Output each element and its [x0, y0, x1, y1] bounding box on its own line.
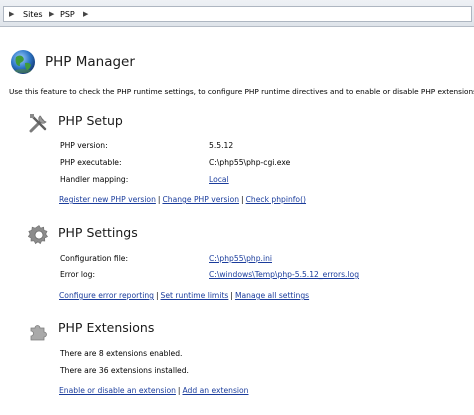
settings-actions: Configure error reporting | Set runtime li… — [59, 291, 309, 300]
chevron-right-icon[interactable]: ▶ — [9, 10, 14, 18]
breadcrumb-item-psp[interactable]: PSP — [60, 10, 75, 19]
section-title-settings: PHP Settings — [58, 225, 138, 240]
manage-all-settings-link[interactable]: Manage all settings — [235, 291, 309, 300]
extensions-actions: Enable or disable an extension | Add an ex… — [59, 386, 249, 395]
page-title: PHP Manager — [45, 54, 135, 70]
enable-disable-extension-link[interactable]: Enable or disable an extension — [59, 386, 176, 395]
section-title-setup: PHP Setup — [58, 113, 123, 128]
set-runtime-limits-link[interactable]: Set runtime limits — [161, 291, 229, 300]
puzzle-icon — [30, 325, 47, 341]
error-log-label: Error log: — [60, 270, 96, 279]
extensions-installed-text: There are 36 extensions installed. — [60, 366, 189, 375]
error-log-link[interactable]: C:\windows\Temp\php-5.5.12_errors.log — [209, 270, 359, 279]
page-description: Use this feature to check the PHP runtim… — [9, 87, 474, 96]
globe-icon — [11, 50, 35, 74]
setup-actions: Register new PHP version | Change PHP vers… — [59, 195, 306, 204]
configure-error-reporting-link[interactable]: Configure error reporting — [59, 291, 154, 300]
php-executable-label: PHP executable: — [60, 158, 122, 167]
handler-mapping-link[interactable]: Local — [209, 175, 229, 184]
php-executable-value: C:\php55\php-cgi.exe — [209, 158, 291, 167]
add-extension-link[interactable]: Add an extension — [182, 386, 248, 395]
handler-mapping-label: Handler mapping: — [60, 175, 129, 184]
gear-icon — [28, 225, 48, 245]
section-title-extensions: PHP Extensions — [58, 320, 155, 335]
register-php-version-link[interactable]: Register new PHP version — [59, 195, 156, 204]
php-version-value: 5.5.12 — [209, 141, 234, 150]
change-php-version-link[interactable]: Change PHP version — [162, 195, 239, 204]
extensions-enabled-text: There are 8 extensions enabled. — [60, 349, 183, 358]
chevron-right-icon[interactable]: ▶ — [49, 10, 54, 18]
chevron-right-icon[interactable]: ▶ — [83, 10, 88, 18]
breadcrumb-item-sites[interactable]: Sites — [23, 10, 43, 19]
configuration-file-link[interactable]: C:\php55\php.ini — [209, 254, 272, 263]
configuration-file-label: Configuration file: — [60, 254, 129, 263]
breadcrumb[interactable]: ▶ Sites ▶ PSP ▶ — [3, 6, 472, 22]
address-bar: ▶ Sites ▶ PSP ▶ — [0, 0, 474, 27]
php-version-label: PHP version: — [60, 141, 108, 150]
check-phpinfo-link[interactable]: Check phpinfo() — [246, 195, 306, 204]
tools-icon — [29, 114, 47, 133]
